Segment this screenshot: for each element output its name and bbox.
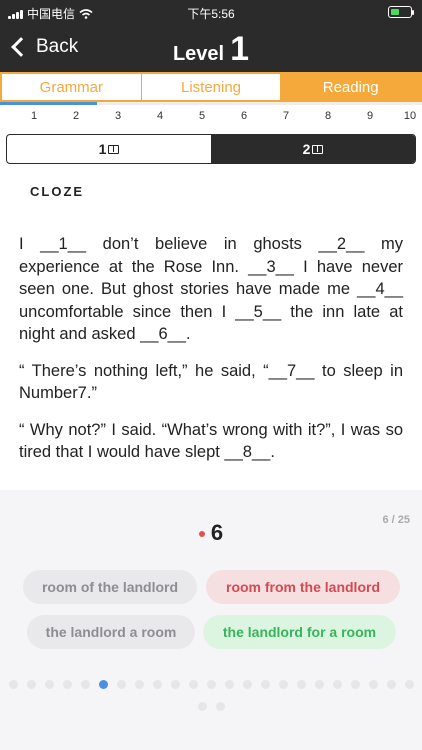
tab-grammar[interactable]: Grammar <box>2 74 142 100</box>
pager-dot[interactable] <box>386 680 396 689</box>
passage-paragraph: “ Why not?” I said. “What’s wrong with i… <box>19 420 403 462</box>
battery-icon <box>388 6 414 18</box>
question-number-1[interactable]: 1 <box>31 110 37 122</box>
pager-dot[interactable] <box>242 680 252 689</box>
pager-dot[interactable] <box>170 680 180 689</box>
passage-paragraph: “ There’s nothing left,” he said, “__7__… <box>19 361 403 403</box>
question-number-4[interactable]: 4 <box>157 110 163 122</box>
pager-dot[interactable] <box>260 680 270 689</box>
question-number-6[interactable]: 6 <box>241 110 247 122</box>
status-dot-icon <box>198 531 205 538</box>
pager-dot[interactable] <box>314 680 324 689</box>
pager-dot[interactable] <box>152 680 162 689</box>
pager-dots <box>0 702 422 711</box>
progress-bar <box>0 102 422 105</box>
pager-dot[interactable] <box>368 680 378 689</box>
current-question-number: 6 <box>210 520 224 545</box>
passage-text: I __1__ don’t believe in ghosts __2__ my… <box>19 233 403 478</box>
status-bar: 中国电信 下午5:56 <box>0 0 422 24</box>
passage-1-button[interactable]: 1 <box>7 135 211 163</box>
pager-dot[interactable] <box>116 680 126 689</box>
book-icon <box>108 144 120 154</box>
question-number-8[interactable]: 8 <box>325 110 331 122</box>
pager-dot[interactable] <box>98 680 108 689</box>
question-number-row: 1 2 3 4 5 6 7 8 9 10 <box>0 110 422 126</box>
pager-dot[interactable] <box>404 680 414 689</box>
pager-dot[interactable] <box>26 680 36 689</box>
passage-1-label: 1 <box>98 141 107 157</box>
pager-dot[interactable] <box>188 680 198 689</box>
pager-dot[interactable] <box>215 702 225 711</box>
question-number-10[interactable]: 10 <box>404 110 416 122</box>
pager-dot[interactable] <box>8 680 18 689</box>
question-number-3[interactable]: 3 <box>115 110 121 122</box>
pager-dot[interactable] <box>44 680 54 689</box>
pager-dot[interactable] <box>197 702 207 711</box>
pager-dot[interactable] <box>296 680 306 689</box>
pager-dot[interactable] <box>80 680 90 689</box>
pager-dot[interactable] <box>224 680 234 689</box>
current-question: 6 <box>0 520 422 546</box>
section-tabs: Grammar Listening Reading <box>0 72 422 102</box>
navigation-bar: 中国电信 下午5:56 Back Level 1 <box>0 0 422 72</box>
pager-dot[interactable] <box>278 680 288 689</box>
progress-fill <box>0 102 98 105</box>
question-number-5[interactable]: 5 <box>199 110 205 122</box>
pager-dot[interactable] <box>350 680 360 689</box>
book-icon <box>312 144 324 154</box>
passage-toggle: 1 2 <box>6 134 416 164</box>
tab-listening[interactable]: Listening <box>142 74 282 100</box>
choice-c[interactable]: the landlord a room <box>27 615 195 649</box>
choice-b[interactable]: room from the landlord <box>206 570 400 604</box>
title-number: 1 <box>230 30 250 68</box>
pager-dot[interactable] <box>134 680 144 689</box>
passage-2-button[interactable]: 2 <box>211 135 415 163</box>
question-number-9[interactable]: 9 <box>367 110 373 122</box>
status-time: 下午5:56 <box>187 7 235 21</box>
title-word: Level <box>172 43 225 65</box>
pager-dot[interactable] <box>62 680 72 689</box>
pager-dots <box>0 680 422 689</box>
choice-a[interactable]: room of the landlord <box>23 570 197 604</box>
pager-dot[interactable] <box>332 680 342 689</box>
answer-panel: 6 / 25 6 room of the landlord room from … <box>0 490 422 750</box>
page-title: Level 1 <box>0 30 422 69</box>
section-label: CLOZE <box>30 184 85 199</box>
question-number-2[interactable]: 2 <box>73 110 79 122</box>
pager-dot[interactable] <box>206 680 216 689</box>
tab-reading[interactable]: Reading <box>281 74 421 100</box>
passage-2-label: 2 <box>302 141 311 157</box>
passage-paragraph: I __1__ don’t believe in ghosts __2__ my… <box>19 235 403 343</box>
question-number-7[interactable]: 7 <box>283 110 289 122</box>
choice-d[interactable]: the landlord for a room <box>203 615 396 649</box>
